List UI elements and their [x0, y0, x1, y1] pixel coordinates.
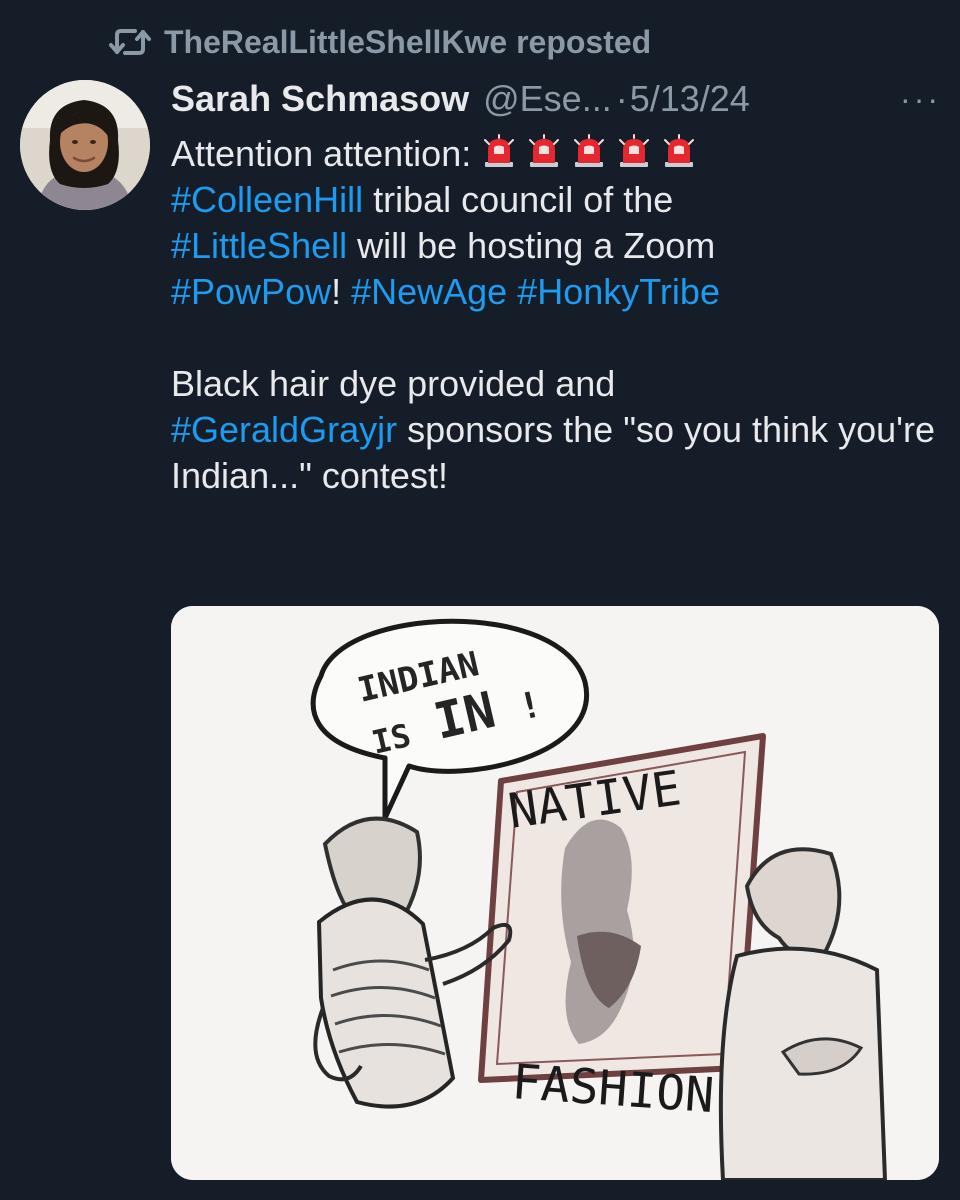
repost-label: TheRealLittleShellKwe reposted [164, 23, 652, 60]
hashtag-colleenhill[interactable]: #ColleenHill [171, 179, 363, 220]
author-handle[interactable]: @Ese... [483, 78, 612, 120]
attention-text: Attention attention: [171, 133, 472, 174]
siren-icon [574, 134, 605, 167]
separator-dot: · [615, 78, 628, 119]
tweet-header: Sarah Schmasow @Ese... · 5/13/24 ··· [171, 74, 941, 124]
hashtag-newage[interactable]: #NewAge [351, 271, 507, 312]
siren-icon [619, 134, 650, 167]
more-icon[interactable]: ··· [887, 81, 941, 118]
tweet-paragraph-1: Attention attention: #ColleenHill tribal… [171, 131, 941, 315]
hashtag-powpow[interactable]: #PowPow [171, 271, 331, 312]
hashtag-littleshell[interactable]: #LittleShell [171, 225, 347, 266]
tweet-text-segment: will be hosting a Zoom [347, 225, 716, 266]
attached-cartoon-image[interactable]: INDIAN IS IN ! NATIVE FASHION [171, 606, 939, 1180]
siren-icon [529, 134, 560, 167]
hashtag-geraldgrayjr[interactable]: #GeraldGrayjr [171, 409, 397, 450]
repost-icon [108, 24, 152, 60]
tweet-paragraph-2: Black hair dye provided and #GeraldGrayj… [171, 361, 941, 499]
avatar[interactable] [20, 80, 150, 210]
siren-icon [484, 134, 515, 167]
author-name[interactable]: Sarah Schmasow [171, 78, 469, 120]
tweet-text: Attention attention: #ColleenHill tribal… [171, 131, 941, 499]
siren-icons [481, 133, 706, 174]
repost-header[interactable]: TheRealLittleShellKwe reposted [108, 20, 651, 64]
tweet-text-segment [507, 271, 517, 312]
tweet-text-segment: tribal council of the [363, 179, 674, 220]
tweet-text-segment: ! [331, 271, 352, 312]
siren-icon [664, 134, 695, 167]
tweet-text-segment: Black hair dye provided and [171, 363, 616, 404]
post-date[interactable]: 5/13/24 [630, 78, 750, 120]
hashtag-honkytribe[interactable]: #HonkyTribe [517, 271, 720, 312]
